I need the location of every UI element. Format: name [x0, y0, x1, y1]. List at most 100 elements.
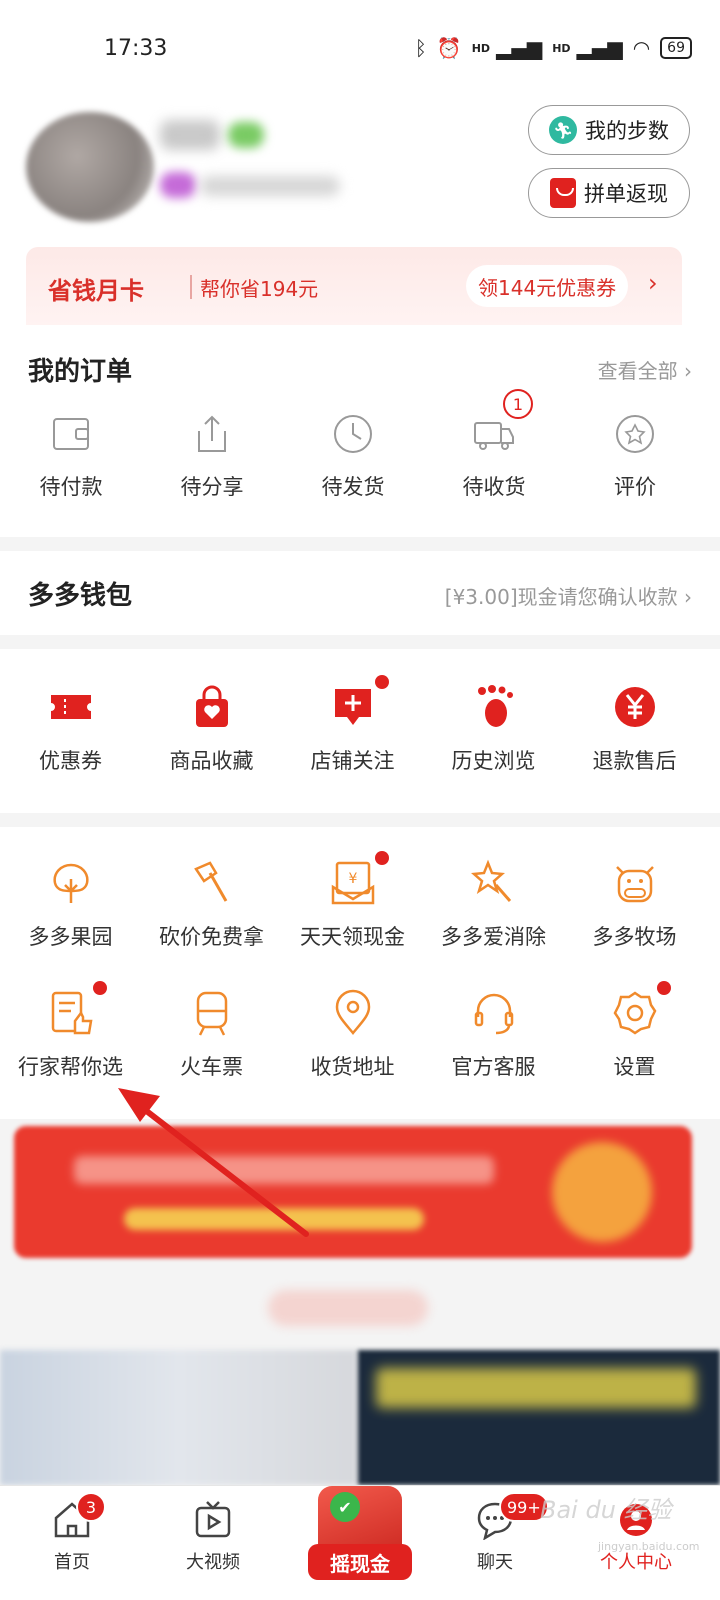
- order-pending-payment[interactable]: 待付款: [11, 411, 131, 501]
- star-icon: [612, 411, 658, 457]
- avatar[interactable]: [26, 112, 154, 222]
- train-icon: [188, 989, 236, 1037]
- service-store-follow[interactable]: 店铺关注: [282, 675, 423, 775]
- tree-icon: [47, 859, 95, 907]
- settings-icon: [611, 981, 671, 1037]
- headset-icon: [470, 989, 518, 1037]
- order-item-label: 待发货: [321, 475, 385, 499]
- service-favorites[interactable]: 商品收藏: [141, 683, 282, 775]
- signal-icon-2: ▂▄▆: [576, 36, 623, 60]
- tool-customer-service[interactable]: 官方客服: [423, 989, 564, 1081]
- service-label: 历史浏览: [451, 749, 536, 773]
- groupbuy-cashback-button[interactable]: 拼单返现: [528, 168, 690, 218]
- tool-label: 天天领现金: [300, 925, 405, 949]
- month-card-divider: [190, 275, 192, 299]
- tool-label: 多多果园: [28, 925, 113, 949]
- share-icon: [189, 411, 235, 457]
- svg-text:¥: ¥: [348, 871, 357, 887]
- video-icon: [193, 1500, 233, 1540]
- battery-icon: 69: [660, 37, 692, 59]
- savings-month-card[interactable]: 省钱月卡 帮你省194元 领144元优惠券 ›: [26, 247, 682, 325]
- order-item-label: 待分享: [180, 475, 244, 499]
- order-item-label: 评价: [614, 475, 656, 499]
- tool-expert-pick[interactable]: 行家帮你选: [0, 981, 141, 1081]
- running-icon: 🏃︎: [549, 116, 577, 144]
- service-coupons[interactable]: 优惠券: [0, 683, 141, 775]
- cash-envelope-icon: ¥: [329, 851, 389, 907]
- member-badge-icon: [160, 172, 196, 198]
- nav-video[interactable]: 大视频: [163, 1500, 263, 1574]
- month-card-title: 省钱月卡: [48, 277, 144, 305]
- nav-label: 聊天: [477, 1552, 513, 1573]
- banner-text-blurred: [74, 1156, 494, 1184]
- username-blurred: [160, 120, 220, 150]
- tool-label: 官方客服: [451, 1055, 536, 1079]
- promo-banner[interactable]: [14, 1126, 692, 1258]
- truck-icon: 1: [471, 389, 533, 457]
- tool-settings[interactable]: 设置: [564, 981, 705, 1081]
- status-bar: 17:33 ᛒ ⏰ HD ▂▄▆ HD ▂▄▆ ◠ 69: [0, 0, 720, 100]
- orders-title: 我的订单: [28, 357, 133, 387]
- footprint-icon: [470, 683, 518, 731]
- baidu-watermark: Bai du 经验: [540, 1496, 672, 1524]
- wallet-icon: [48, 411, 94, 457]
- duoduo-wallet-row[interactable]: 多多钱包 [¥3.00]现金请您确认收款 ›: [0, 551, 720, 635]
- tools-panel: 多多果园 砍价免费拿 ¥ 天天领现金 多多爱消除 多多牧场 行家帮你选 火车票 …: [0, 827, 720, 1119]
- my-orders-panel: 我的订单 查看全部 › 待付款 待分享 待发货 1 待收货 评价: [0, 325, 720, 537]
- yuan-refund-icon: [611, 683, 659, 731]
- store-follow-icon: [329, 675, 389, 731]
- nav-shake-cash[interactable]: ✔ 摇现金: [300, 1486, 420, 1598]
- notification-dot: [374, 851, 389, 865]
- bag-heart-icon: [188, 683, 236, 731]
- service-history[interactable]: 历史浏览: [423, 683, 564, 775]
- order-pending-share[interactable]: 待分享: [152, 411, 272, 501]
- tool-label: 行家帮你选: [18, 1055, 123, 1079]
- chat-icon: 99+: [475, 1492, 549, 1541]
- tool-bargain[interactable]: 砍价免费拿: [141, 859, 282, 951]
- nav-home[interactable]: 3 首页: [22, 1492, 122, 1574]
- nav-chat[interactable]: 99+ 聊天: [445, 1492, 549, 1574]
- order-review[interactable]: 评价: [575, 411, 695, 501]
- tool-ranch[interactable]: 多多牧场: [564, 859, 705, 951]
- expert-pick-icon: [47, 981, 107, 1037]
- notification-dot: [656, 981, 671, 995]
- status-icons: ᛒ ⏰ HD ▂▄▆ HD ▂▄▆ ◠ 69: [415, 36, 692, 60]
- nav-label: 首页: [54, 1552, 90, 1573]
- hd-label-2: HD: [552, 41, 571, 55]
- tool-daily-cash[interactable]: ¥ 天天领现金: [282, 851, 423, 951]
- tool-label: 砍价免费拿: [159, 925, 264, 949]
- status-time: 17:33: [104, 36, 168, 61]
- service-label: 退款售后: [592, 749, 677, 773]
- service-refund[interactable]: 退款售后: [564, 683, 705, 775]
- axe-icon: [188, 859, 236, 907]
- view-all-orders-link[interactable]: 查看全部 ›: [598, 355, 692, 384]
- groupbuy-cashback-label: 拼单返现: [584, 182, 668, 206]
- chevron-right-icon[interactable]: ›: [648, 269, 658, 297]
- order-pending-receipt[interactable]: 1 待收货: [434, 389, 554, 501]
- order-item-label: 待收货: [462, 475, 526, 499]
- month-card-subtitle: 帮你省194元: [200, 277, 319, 301]
- month-card-coupon-button[interactable]: 领144元优惠券: [466, 265, 629, 307]
- tool-train-ticket[interactable]: 火车票: [141, 989, 282, 1081]
- wallet-note: [¥3.00]现金请您确认收款 ›: [444, 585, 692, 609]
- user-badge-icon: [228, 122, 264, 148]
- wifi-icon: ◠: [632, 36, 651, 60]
- product-text-blurred: [376, 1368, 696, 1408]
- tool-orchard[interactable]: 多多果园: [0, 859, 141, 951]
- tool-match-game[interactable]: 多多爱消除: [423, 859, 564, 951]
- alarm-icon: ⏰: [436, 36, 462, 60]
- order-pending-shipment[interactable]: 待发货: [293, 411, 413, 501]
- baidu-watermark-url: jingyan.baidu.com: [598, 1540, 700, 1553]
- home-badge: 3: [76, 1492, 106, 1522]
- nav-label: 大视频: [186, 1552, 240, 1573]
- service-label: 商品收藏: [169, 749, 254, 773]
- user-subinfo-blurred: [200, 176, 340, 196]
- tool-address[interactable]: 收货地址: [282, 989, 423, 1081]
- clock-icon: [330, 411, 376, 457]
- my-steps-button[interactable]: 🏃︎ 我的步数: [528, 105, 690, 155]
- bluetooth-icon: ᛒ: [414, 36, 427, 60]
- product-card-left[interactable]: [0, 1350, 358, 1485]
- location-icon: [329, 989, 377, 1037]
- coupon-icon: [47, 683, 95, 731]
- banner-coin-image: [552, 1142, 652, 1242]
